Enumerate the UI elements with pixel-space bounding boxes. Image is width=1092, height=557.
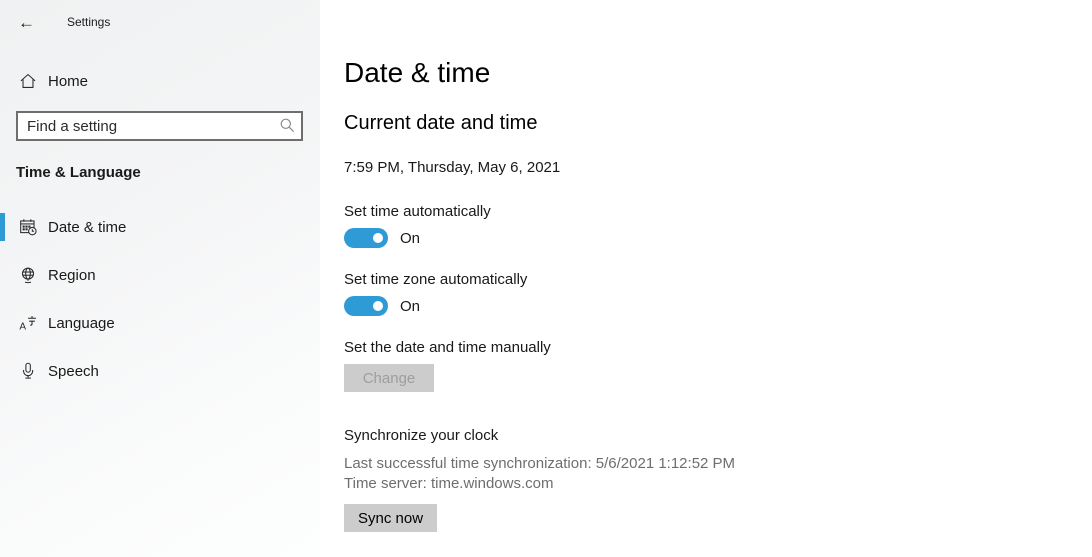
home-label: Home <box>48 73 88 90</box>
sync-now-button[interactable]: Sync now <box>344 504 437 532</box>
svg-text:A: A <box>19 321 26 332</box>
sidebar-header: ← Settings <box>0 0 320 34</box>
sidebar-item-home[interactable]: Home <box>0 66 320 96</box>
sidebar-item-language[interactable]: A Language <box>0 299 320 347</box>
toggle-state-label: On <box>400 230 420 247</box>
toggle-state-label: On <box>400 298 420 315</box>
window-title: Settings <box>67 15 110 29</box>
toggle-knob <box>373 301 383 311</box>
search-box <box>16 111 303 141</box>
settings-window: ← Settings Home Time & Language <box>0 0 1092 557</box>
set-time-automatically-row: On <box>344 228 1052 248</box>
time-server-text: Time server: time.windows.com <box>344 474 1052 494</box>
sidebar-item-date-time[interactable]: Date & time <box>0 203 320 251</box>
set-date-time-manually-label: Set the date and time manually <box>344 338 1052 358</box>
home-icon <box>18 72 37 90</box>
selected-indicator <box>0 213 5 241</box>
set-time-zone-automatically-row: On <box>344 296 1052 316</box>
last-sync-text: Last successful time synchronization: 5/… <box>344 454 1052 474</box>
set-time-zone-automatically-label: Set time zone automatically <box>344 270 1052 290</box>
main-content: Date & time Current date and time 7:59 P… <box>320 0 1092 557</box>
language-icon: A <box>18 314 37 332</box>
globe-icon <box>18 266 37 284</box>
current-date-time-value: 7:59 PM, Thursday, May 6, 2021 <box>344 158 1052 178</box>
synchronize-clock-heading: Synchronize your clock <box>344 426 1052 446</box>
set-time-zone-automatically-toggle[interactable] <box>344 296 388 316</box>
sidebar-nav: Date & time Region <box>0 203 320 395</box>
search-input[interactable] <box>16 111 303 141</box>
set-time-automatically-label: Set time automatically <box>344 202 1052 222</box>
toggle-knob <box>373 233 383 243</box>
section-header-time-language: Time & Language <box>16 164 320 181</box>
sidebar-item-speech[interactable]: Speech <box>0 347 320 395</box>
search-icon[interactable] <box>279 117 296 139</box>
page-title: Date & time <box>344 56 1052 90</box>
sidebar-item-label: Speech <box>48 363 99 380</box>
set-time-automatically-toggle[interactable] <box>344 228 388 248</box>
sidebar-item-label: Date & time <box>48 219 126 236</box>
sidebar-item-label: Region <box>48 267 96 284</box>
sidebar: ← Settings Home Time & Language <box>0 0 320 557</box>
change-button[interactable]: Change <box>344 364 434 392</box>
back-icon[interactable]: ← <box>18 14 35 31</box>
sidebar-item-label: Language <box>48 315 115 332</box>
sidebar-item-region[interactable]: Region <box>0 251 320 299</box>
microphone-icon <box>18 362 37 380</box>
current-date-time-heading: Current date and time <box>344 110 1052 136</box>
calendar-clock-icon <box>18 218 37 236</box>
